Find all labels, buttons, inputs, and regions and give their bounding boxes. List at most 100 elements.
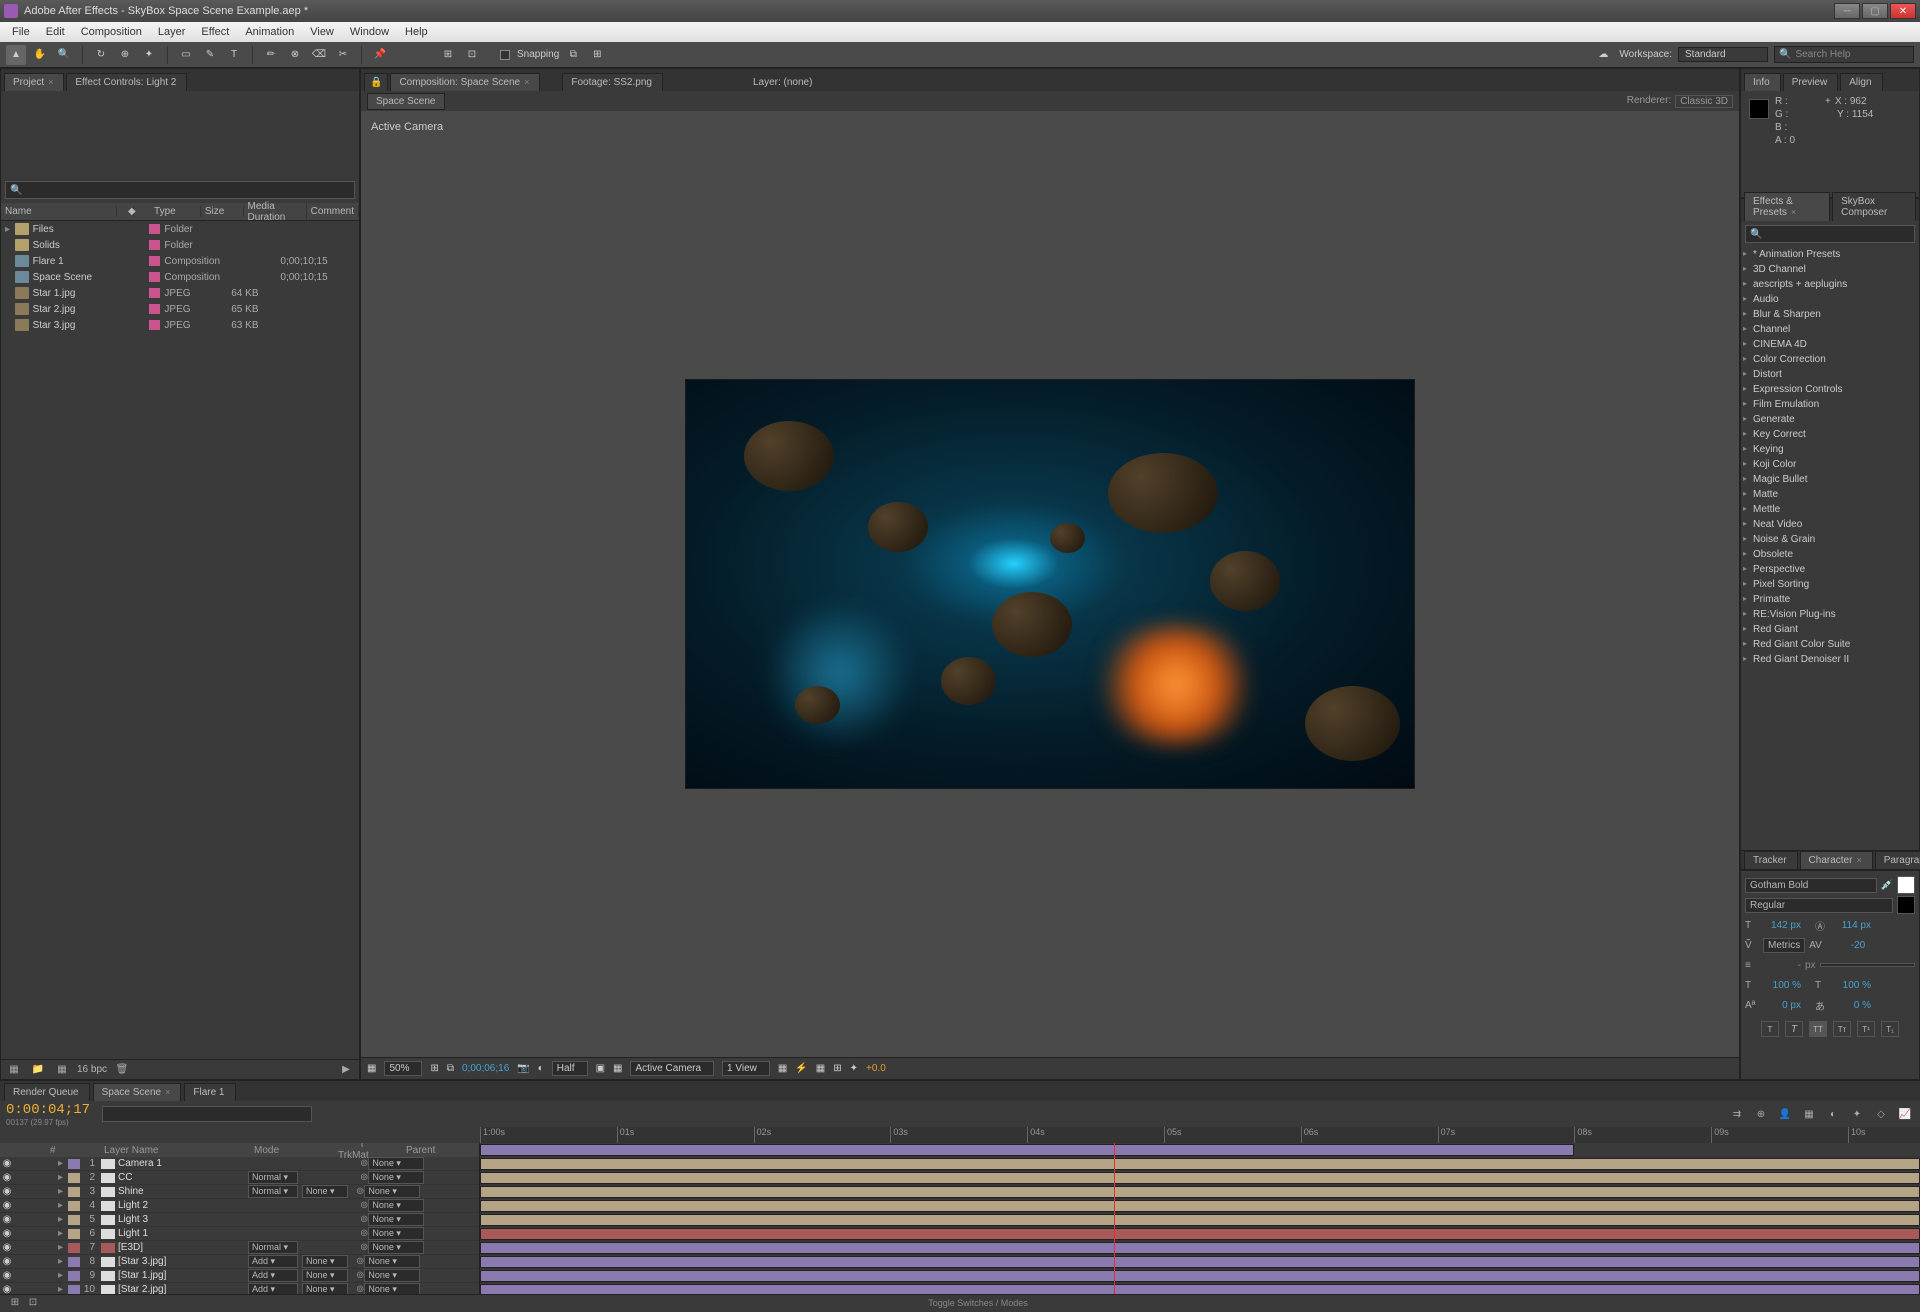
auto-keyframe-icon[interactable]: ◇ (1872, 1105, 1890, 1123)
leading-value[interactable]: 114 px (1833, 920, 1871, 931)
layer-row[interactable]: ◉▸10[Star 2.jpg]Add ▾None ▾⊚None ▾ (0, 1283, 479, 1294)
fast-previews-icon[interactable]: ⚡ (795, 1063, 807, 1074)
label-color-chip[interactable] (68, 1271, 80, 1281)
visibility-toggle-icon[interactable]: ◉ (0, 1158, 14, 1169)
blend-mode-dropdown[interactable]: Add ▾ (248, 1269, 298, 1282)
track-lane[interactable] (480, 1213, 1920, 1227)
toggle-switch-icon-2[interactable]: ⊡ (24, 1294, 42, 1312)
effects-category[interactable]: Perspective (1741, 562, 1919, 577)
viewer-canvas[interactable] (685, 379, 1415, 789)
project-item[interactable]: ▸FilesFolder (1, 221, 359, 237)
tab-paragraph[interactable]: Paragraph (1875, 851, 1920, 869)
menu-composition[interactable]: Composition (73, 26, 150, 38)
views-dropdown[interactable]: 1 View (722, 1061, 770, 1076)
effects-category[interactable]: Film Emulation (1741, 397, 1919, 412)
puppet-tool-icon[interactable]: 📌 (370, 45, 390, 65)
fast-preview-icon[interactable]: ⧉ (447, 1063, 454, 1074)
layer-bar[interactable] (480, 1158, 1920, 1170)
pickwhip-icon[interactable]: ⊚ (360, 1228, 368, 1239)
tsume-value[interactable]: 0 % (1833, 1000, 1871, 1011)
effects-category[interactable]: Magic Bullet (1741, 472, 1919, 487)
parent-dropdown[interactable]: None ▾ (368, 1227, 424, 1240)
layer-bar[interactable] (480, 1144, 1574, 1156)
close-icon[interactable]: × (48, 77, 53, 87)
bpc-label[interactable]: 16 bpc (77, 1064, 107, 1075)
layer-bar[interactable] (480, 1228, 1920, 1240)
faux-bold-button[interactable]: T (1761, 1021, 1779, 1037)
tab-project[interactable]: Project× (4, 73, 64, 91)
menu-help[interactable]: Help (397, 26, 436, 38)
stroke-width-value[interactable]: - (1763, 960, 1801, 971)
effects-category[interactable]: Obsolete (1741, 547, 1919, 562)
toggle-switch-icon[interactable]: ⊞ (6, 1294, 24, 1312)
clone-tool-icon[interactable]: ⊗ (285, 45, 305, 65)
effects-category[interactable]: 3D Channel (1741, 262, 1919, 277)
visibility-toggle-icon[interactable]: ◉ (0, 1242, 14, 1253)
stroke-color-swatch[interactable] (1897, 896, 1915, 914)
blend-mode-dropdown[interactable]: Add ▾ (248, 1283, 298, 1294)
close-button[interactable]: ✕ (1890, 3, 1916, 19)
new-comp-icon[interactable]: ▦ (53, 1062, 71, 1078)
track-lane[interactable] (480, 1199, 1920, 1213)
layer-bar[interactable] (480, 1242, 1920, 1254)
pixel-aspect-icon[interactable]: ▦ (778, 1063, 787, 1074)
trkmat-dropdown[interactable]: None ▾ (302, 1185, 348, 1198)
layer-row[interactable]: ◉▸5Light 3⊚None ▾ (0, 1213, 479, 1227)
flowchart-icon[interactable]: ⊞ (833, 1063, 841, 1074)
trkmat-dropdown[interactable]: None ▾ (302, 1255, 348, 1268)
roi-icon[interactable]: ▣ (596, 1063, 605, 1074)
tab-preview[interactable]: Preview (1783, 73, 1839, 91)
always-preview-icon[interactable]: ▦ (367, 1063, 376, 1074)
toggle-switches-modes-button[interactable]: Toggle Switches / Modes (928, 1298, 1028, 1308)
track-lane[interactable] (480, 1255, 1920, 1269)
parent-dropdown[interactable]: None ▾ (368, 1199, 424, 1212)
effects-category[interactable]: Distort (1741, 367, 1919, 382)
play-icon[interactable]: ▶ (337, 1062, 355, 1078)
brainstorm-icon[interactable]: ✦ (1848, 1105, 1866, 1123)
project-item[interactable]: Star 1.jpgJPEG64 KB (1, 285, 359, 301)
minimize-button[interactable]: ─ (1834, 3, 1860, 19)
timecode-display[interactable]: 0;00;06;16 (462, 1063, 509, 1074)
camera-tool-icon[interactable]: ⊕ (115, 45, 135, 65)
pickwhip-icon[interactable]: ⊚ (360, 1172, 368, 1183)
parent-dropdown[interactable]: None ▾ (364, 1255, 420, 1268)
menu-effect[interactable]: Effect (193, 26, 237, 38)
transparency-icon[interactable]: ▦ (613, 1063, 622, 1074)
pickwhip-icon[interactable]: ⊚ (360, 1200, 368, 1211)
layer-bar[interactable] (480, 1256, 1920, 1268)
effects-category[interactable]: * Animation Presets (1741, 247, 1919, 262)
timeline-icon[interactable]: ▦ (816, 1063, 825, 1074)
parent-dropdown[interactable]: None ▾ (364, 1283, 420, 1294)
font-style-dropdown[interactable]: Regular (1745, 898, 1893, 913)
menu-file[interactable]: File (4, 26, 38, 38)
layer-bar[interactable] (480, 1200, 1920, 1212)
parent-dropdown[interactable]: None ▾ (364, 1185, 420, 1198)
trkmat-dropdown[interactable]: None ▾ (302, 1269, 348, 1282)
label-color-chip[interactable] (68, 1159, 80, 1169)
tab-character[interactable]: Character× (1800, 851, 1873, 869)
layer-row[interactable]: ◉▸3ShineNormal ▾None ▾⊚None ▾ (0, 1185, 479, 1199)
layer-row[interactable]: ◉▸2CCNormal ▾⊚None ▾ (0, 1171, 479, 1185)
eyedropper-icon[interactable]: 💉 (1881, 880, 1893, 891)
tab-flare-1[interactable]: Flare 1 (184, 1083, 235, 1101)
timeline-search-input[interactable] (102, 1106, 312, 1122)
project-item[interactable]: Flare 1Composition0;00;10;15 (1, 253, 359, 269)
visibility-toggle-icon[interactable]: ◉ (0, 1256, 14, 1267)
roto-tool-icon[interactable]: ✂ (333, 45, 353, 65)
reset-exposure-icon[interactable]: ✦ (850, 1063, 858, 1074)
track-lane[interactable] (480, 1269, 1920, 1283)
effects-category[interactable]: Expression Controls (1741, 382, 1919, 397)
snapshot-icon[interactable]: 📷 (517, 1063, 529, 1074)
track-lane[interactable] (480, 1241, 1920, 1255)
tab-composition[interactable]: Composition: Space Scene× (390, 73, 540, 91)
visibility-toggle-icon[interactable]: ◉ (0, 1214, 14, 1225)
snap-inside-icon[interactable]: ⊞ (587, 45, 607, 65)
layer-row[interactable]: ◉▸7[E3D]Normal ▾⊚None ▾ (0, 1241, 479, 1255)
parent-dropdown[interactable]: None ▾ (368, 1241, 424, 1254)
pickwhip-icon[interactable]: ⊚ (360, 1214, 368, 1225)
label-color-chip[interactable] (68, 1173, 80, 1183)
baseline-value[interactable]: 0 px (1763, 1000, 1801, 1011)
local-axis-icon[interactable]: ⊞ (438, 45, 458, 65)
pan-behind-tool-icon[interactable]: ✦ (139, 45, 159, 65)
label-color-chip[interactable] (68, 1243, 80, 1253)
